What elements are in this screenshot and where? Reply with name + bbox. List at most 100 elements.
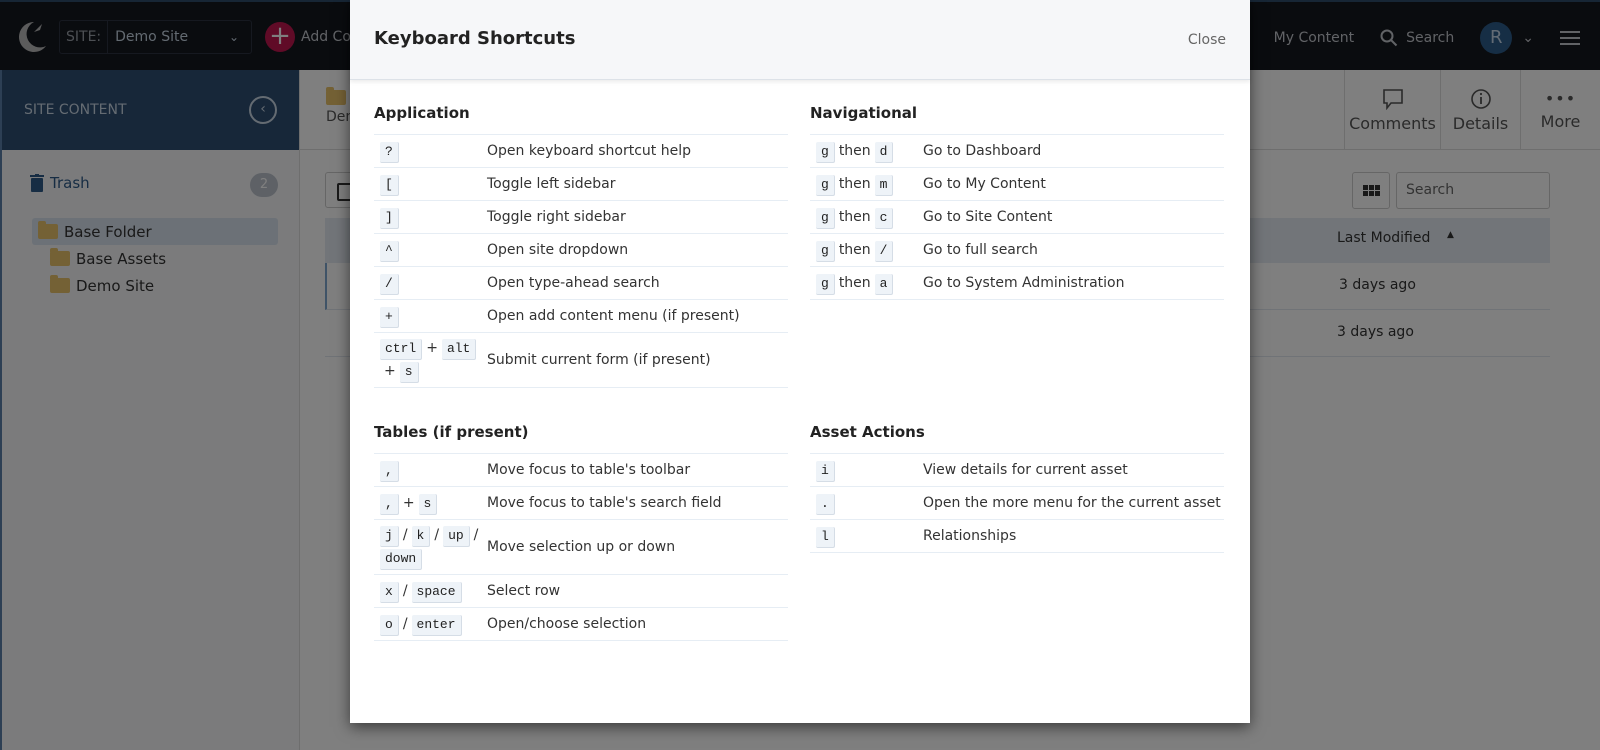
shortcut-row: g then / Go to full search xyxy=(810,234,1224,267)
shortcut-keys: , + s xyxy=(374,492,487,515)
section-application: Application ? Open keyboard shortcut help… xyxy=(374,100,788,388)
key-separator: + xyxy=(402,494,415,511)
key-cap: i xyxy=(816,460,835,482)
shortcut-keys: g then m xyxy=(810,173,923,196)
shortcut-row: ^ Open site dropdown xyxy=(374,234,788,267)
shortcut-description: Move selection up or down xyxy=(487,539,676,555)
key-cap: down xyxy=(380,549,423,570)
shortcut-description: Go to My Content xyxy=(923,176,1046,192)
shortcut-description: Open keyboard shortcut help xyxy=(487,143,691,159)
shortcut-description: Toggle left sidebar xyxy=(487,176,616,192)
shortcut-description: Move focus to table's toolbar xyxy=(487,462,691,478)
shortcut-description: Open type-ahead search xyxy=(487,275,660,291)
key-separator: / xyxy=(402,582,408,599)
shortcut-row: g then d Go to Dashboard xyxy=(810,135,1224,168)
dialog-title: Keyboard Shortcuts xyxy=(374,28,576,49)
shortcut-keys: ] xyxy=(374,206,487,229)
shortcut-keys: g then / xyxy=(810,239,923,262)
shortcut-keys: g then d xyxy=(810,140,923,163)
key-separator: / xyxy=(402,615,408,632)
dialog-header: Keyboard Shortcuts Close xyxy=(350,0,1250,80)
key-cap: enter xyxy=(411,614,462,636)
key-cap: , xyxy=(380,493,399,515)
shortcut-row: ? Open keyboard shortcut help xyxy=(374,135,788,168)
key-separator: + xyxy=(384,363,396,379)
shortcut-keys: x / space xyxy=(374,580,487,603)
key-cap: [ xyxy=(380,174,399,196)
key-cap: j xyxy=(380,526,399,547)
shortcut-description: Open/choose selection xyxy=(487,616,647,632)
key-cap: ctrl xyxy=(380,339,423,360)
shortcut-row: ] Toggle right sidebar xyxy=(374,201,788,234)
section-title: Application xyxy=(374,104,470,122)
key-separator: / xyxy=(402,527,408,543)
shortcut-description: Submit current form (if present) xyxy=(487,352,711,368)
key-cap: g xyxy=(816,174,835,196)
key-cap: a xyxy=(874,273,894,295)
shortcut-keys: [ xyxy=(374,173,487,196)
key-separator: then xyxy=(838,175,871,192)
shortcut-keys: . xyxy=(810,492,923,515)
key-cap: alt xyxy=(441,339,477,360)
close-button[interactable]: Close xyxy=(1188,32,1226,48)
shortcut-row: ctrl + alt+ s Submit current form (if presen… xyxy=(374,333,788,388)
shortcut-description: Open site dropdown xyxy=(487,242,629,258)
section-asset-actions: Asset Actions i View details for current … xyxy=(810,419,1224,553)
shortcut-row: i View details for current asset xyxy=(810,454,1224,487)
shortcut-keys: + xyxy=(374,305,487,328)
shortcut-keys: g then a xyxy=(810,272,923,295)
shortcut-row: , + s Move focus to table's search field xyxy=(374,487,788,520)
key-cap: c xyxy=(874,207,894,229)
key-cap: g xyxy=(816,141,835,163)
shortcut-row: . Open the more menu for the current asse… xyxy=(810,487,1224,520)
key-cap: + xyxy=(380,306,399,328)
key-separator: + xyxy=(426,340,438,356)
key-cap: , xyxy=(380,460,399,482)
shortcut-keys: l xyxy=(810,525,923,548)
shortcut-row: j / k / up/down Move selection up or down xyxy=(374,520,788,575)
shortcut-description: Go to full search xyxy=(923,242,1038,258)
shortcut-row: o / enter Open/choose selection xyxy=(374,608,788,641)
shortcut-keys: g then c xyxy=(810,206,923,229)
shortcut-row: l Relationships xyxy=(810,520,1224,553)
key-cap: ^ xyxy=(380,240,399,262)
key-cap: . xyxy=(816,493,835,515)
key-cap: up xyxy=(443,526,470,547)
section-tables: Tables (if present) , Move focus to table… xyxy=(374,419,788,641)
key-separator: then xyxy=(838,142,871,159)
shortcut-row: , Move focus to table's toolbar xyxy=(374,454,788,487)
shortcut-keys: o / enter xyxy=(374,613,487,636)
shortcut-keys: ctrl + alt+ s xyxy=(374,337,487,383)
shortcut-description: View details for current asset xyxy=(923,462,1128,478)
key-separator: then xyxy=(838,241,871,258)
shortcut-row: g then a Go to System Administration xyxy=(810,267,1224,300)
section-title: Asset Actions xyxy=(810,423,925,441)
shortcut-description: Go to System Administration xyxy=(923,275,1125,291)
shortcut-table: g then d Go to Dashboard g then m Go to My Cont… xyxy=(810,134,1224,300)
shortcut-table: , Move focus to table's toolbar , + s Move fo… xyxy=(374,453,788,641)
shortcut-description: Select row xyxy=(487,583,561,599)
section-navigational: Navigational g then d Go to Dashboard g then m… xyxy=(810,100,1224,300)
keyboard-shortcuts-dialog: Keyboard Shortcuts Close Application ? Op… xyxy=(350,0,1250,723)
key-cap: g xyxy=(816,207,835,229)
shortcut-description: Toggle right sidebar xyxy=(487,209,626,225)
key-cap: o xyxy=(380,614,399,636)
shortcut-table: ? Open keyboard shortcut help [ Toggle left… xyxy=(374,134,788,388)
shortcut-description: Relationships xyxy=(923,528,1017,544)
key-separator: then xyxy=(838,208,871,225)
shortcut-keys: i xyxy=(810,459,923,482)
shortcut-description: Go to Dashboard xyxy=(923,143,1042,159)
shortcut-row: [ Toggle left sidebar xyxy=(374,168,788,201)
shortcut-keys: ^ xyxy=(374,239,487,262)
key-cap: ] xyxy=(380,207,399,229)
key-separator: / xyxy=(434,527,440,543)
shortcut-table: i View details for current asset . Open the… xyxy=(810,453,1224,553)
key-separator: then xyxy=(838,274,871,291)
shortcut-row: x / space Select row xyxy=(374,575,788,608)
key-cap: ? xyxy=(380,141,399,163)
shortcut-row: / Open type-ahead search xyxy=(374,267,788,300)
key-cap: / xyxy=(874,240,894,262)
shortcut-description: Open add content menu (if present) xyxy=(487,308,740,324)
key-separator: / xyxy=(473,527,479,543)
key-cap: l xyxy=(816,526,835,548)
